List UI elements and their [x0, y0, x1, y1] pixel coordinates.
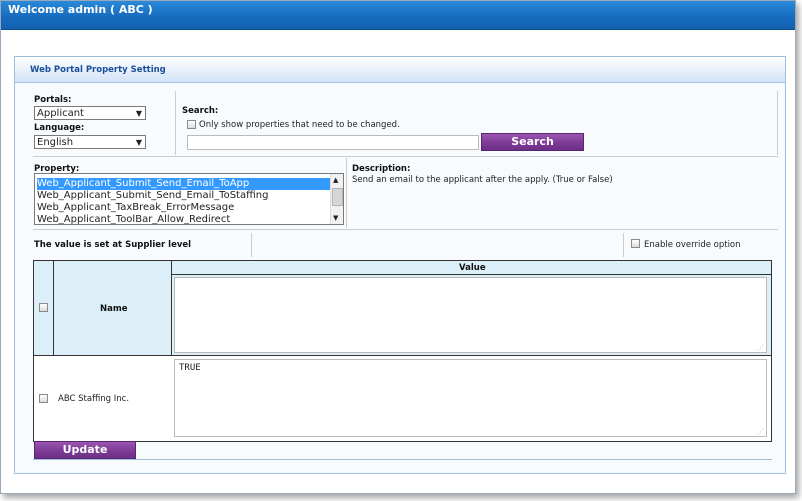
row-name: ABC Staffing Inc.	[58, 394, 130, 404]
list-item[interactable]: Web_Applicant_ToolBar_Allow_Redirect	[37, 214, 231, 225]
list-item-label: Web_Applicant_ToolBar_Allow_Redirect	[37, 214, 231, 225]
divider	[623, 233, 624, 257]
property-listbox[interactable]: Web_Applicant_Submit_Send_Email_ToApp We…	[34, 173, 344, 225]
row-checkbox[interactable]	[39, 394, 48, 403]
list-item-label: Web_Applicant_Submit_Send_Email_ToStaffi…	[37, 190, 269, 201]
portals-select[interactable]: Applicant ▼	[34, 106, 146, 120]
divider	[33, 156, 778, 157]
override-checkbox[interactable]	[631, 239, 640, 248]
header-value-textarea[interactable]: ⋰	[174, 277, 767, 353]
divider	[33, 229, 778, 230]
description-label: Description:	[352, 164, 411, 174]
chevron-down-icon: ▼	[135, 109, 142, 118]
list-item[interactable]: Web_Applicant_Submit_Send_Email_ToApp	[37, 178, 331, 190]
row-value: TRUE	[179, 363, 201, 373]
search-button[interactable]: Search	[481, 133, 584, 151]
search-label: Search:	[182, 106, 219, 116]
resize-grip-icon: ⋰	[757, 428, 764, 436]
list-item[interactable]: Web_Applicant_Submit_Send_Email_ToStaffi…	[37, 190, 268, 202]
scroll-thumb[interactable]	[332, 188, 343, 206]
list-item[interactable]: Web_Applicant_TaxBreak_ErrorMessage	[37, 202, 234, 214]
divider	[175, 91, 176, 155]
level-text: The value is set at Supplier level	[34, 240, 192, 250]
divider	[346, 158, 347, 228]
listbox-scrollbar[interactable]: ▲ ▼	[330, 174, 343, 224]
portals-select-value: Applicant	[37, 108, 84, 119]
search-input[interactable]	[187, 135, 479, 150]
chevron-down-icon: ▼	[135, 138, 142, 147]
resize-grip-icon: ⋰	[757, 344, 764, 352]
update-button-label: Update	[62, 443, 108, 456]
language-select-value: English	[37, 137, 74, 148]
value-header-cell: Value	[172, 261, 771, 275]
list-item-label: Web_Applicant_Submit_Send_Email_ToApp	[37, 178, 250, 189]
select-all-checkbox[interactable]	[39, 303, 48, 312]
language-select[interactable]: English ▼	[34, 135, 146, 149]
value-header: Value	[459, 263, 486, 273]
search-button-label: Search	[511, 135, 554, 148]
app-window: Welcome admin ( ABC ) Web Portal Propert…	[0, 0, 796, 494]
update-button[interactable]: Update	[34, 441, 136, 459]
chevron-down-icon: ▼	[333, 214, 339, 222]
only-changed-label: Only show properties that need to be cha…	[199, 120, 400, 130]
description-text: Send an email to the applicant after the…	[352, 175, 613, 185]
language-label: Language:	[34, 123, 85, 133]
divider	[251, 233, 252, 257]
chevron-up-icon: ▲	[333, 176, 339, 184]
divider	[777, 91, 778, 155]
list-item-label: Web_Applicant_TaxBreak_ErrorMessage	[37, 202, 235, 213]
row-value-textarea[interactable]: TRUE ⋰	[174, 359, 767, 437]
portals-label: Portals:	[34, 95, 72, 105]
divider	[33, 459, 772, 460]
only-changed-checkbox[interactable]	[187, 120, 196, 129]
override-label: Enable override option	[644, 240, 741, 250]
name-header: Name	[100, 304, 128, 314]
